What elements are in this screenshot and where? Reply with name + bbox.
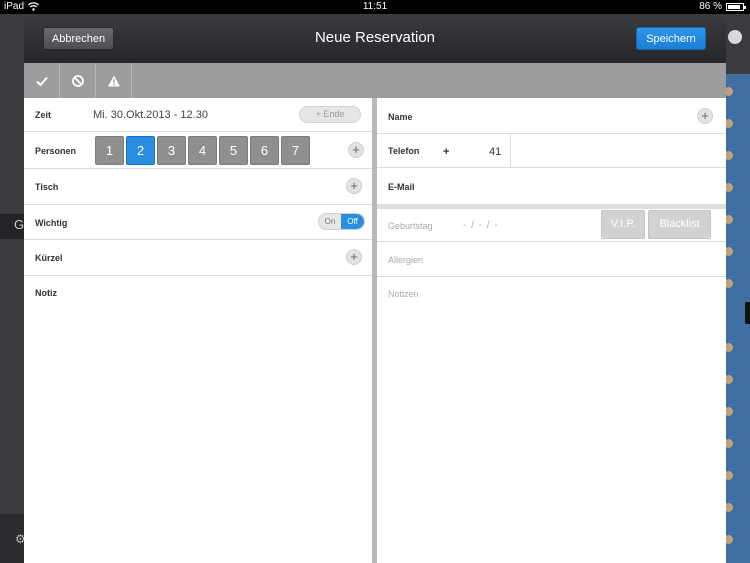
add-table-icon[interactable]: + xyxy=(346,178,362,194)
notizen-area[interactable]: Notizen xyxy=(377,277,726,563)
allergien-label: Allergien xyxy=(388,255,424,265)
guest-details-panel: Name + Telefon + 41 E-Mail Geburtstag - … xyxy=(377,98,726,563)
background-right-header xyxy=(726,14,750,74)
tisch-label: Tisch xyxy=(35,182,59,192)
zeit-row[interactable]: Zeit Mi. 30.Okt.2013 - 12.30 + Ende xyxy=(24,98,372,132)
email-label: E-Mail xyxy=(388,182,415,192)
add-end-time-button[interactable]: + Ende xyxy=(299,106,361,123)
toggle-on-label: On xyxy=(324,217,336,226)
geburtstag-label: Geburtstag xyxy=(388,221,433,231)
background-add-icon xyxy=(728,30,742,44)
confirm-status-button[interactable] xyxy=(24,63,60,98)
persons-option-5[interactable]: 5 xyxy=(219,136,248,165)
tisch-row[interactable]: Tisch + xyxy=(24,169,372,205)
modal-title: Neue Reservation xyxy=(314,29,436,46)
kuerzel-label: Kürzel xyxy=(35,253,63,263)
background-tab-handle xyxy=(745,302,750,324)
background-left-panel: G ⚙ xyxy=(0,14,26,563)
notizen-label: Notizen xyxy=(388,289,419,299)
zeit-label: Zeit xyxy=(35,110,52,120)
name-label: Name xyxy=(388,112,413,122)
email-row[interactable]: E-Mail xyxy=(377,168,726,204)
geburtstag-value[interactable]: - / - / - xyxy=(463,220,499,231)
phone-plus-sign: + xyxy=(443,146,450,158)
important-toggle[interactable]: On Off xyxy=(318,213,365,230)
persons-option-6[interactable]: 6 xyxy=(250,136,279,165)
background-left-letter: G xyxy=(14,217,25,232)
notiz-label: Notiz xyxy=(35,288,57,298)
battery-icon xyxy=(726,2,746,11)
status-toolbar xyxy=(24,63,726,98)
reservation-details-panel: Zeit Mi. 30.Okt.2013 - 12.30 + Ende Pers… xyxy=(24,98,372,563)
name-row[interactable]: Name + xyxy=(377,98,726,134)
wichtig-row: Wichtig On Off xyxy=(24,205,372,240)
persons-option-2[interactable]: 2 xyxy=(126,136,155,165)
add-name-icon[interactable]: + xyxy=(697,108,713,124)
add-persons-icon[interactable]: + xyxy=(348,142,364,158)
zeit-value[interactable]: Mi. 30.Okt.2013 - 12.30 xyxy=(93,109,208,121)
status-right: 86 % xyxy=(699,1,746,12)
persons-option-1[interactable]: 1 xyxy=(95,136,124,165)
save-button[interactable]: Speichern xyxy=(636,27,706,50)
personen-row: Personen 1 2 3 4 5 6 7 + xyxy=(24,132,372,169)
vip-button[interactable]: V.I.P. xyxy=(601,210,645,239)
modal-header: Abbrechen Neue Reservation Speichern xyxy=(24,14,726,63)
warning-status-button[interactable] xyxy=(96,63,132,98)
warning-icon xyxy=(107,75,120,86)
persons-option-3[interactable]: 3 xyxy=(157,136,186,165)
toggle-off-label: Off xyxy=(341,214,364,229)
phone-separator xyxy=(510,134,511,167)
battery-fill xyxy=(728,4,741,9)
wichtig-label: Wichtig xyxy=(35,218,68,228)
blacklist-button[interactable]: Blacklist xyxy=(648,210,711,239)
persons-option-4[interactable]: 4 xyxy=(188,136,217,165)
status-bar: iPad 11:51 86 % xyxy=(0,0,750,14)
battery-percent: 86 % xyxy=(699,1,722,12)
background-right-panel xyxy=(724,14,750,563)
clock: 11:51 xyxy=(362,1,388,12)
add-initials-icon[interactable]: + xyxy=(346,249,362,265)
cancel-status-button[interactable] xyxy=(60,63,96,98)
telefon-label: Telefon xyxy=(388,146,420,156)
personen-label: Personen xyxy=(35,146,77,156)
phone-country-code[interactable]: 41 xyxy=(489,146,501,158)
persons-option-7[interactable]: 7 xyxy=(281,136,310,165)
new-reservation-modal: Abbrechen Neue Reservation Speichern Zei… xyxy=(24,14,726,563)
checkmark-icon xyxy=(35,76,48,86)
prohibited-icon xyxy=(71,74,84,87)
allergien-row[interactable]: Allergien xyxy=(377,242,726,277)
notiz-area[interactable]: Notiz xyxy=(24,276,372,563)
kuerzel-row[interactable]: Kürzel + xyxy=(24,240,372,276)
telefon-row[interactable]: Telefon xyxy=(377,134,726,168)
